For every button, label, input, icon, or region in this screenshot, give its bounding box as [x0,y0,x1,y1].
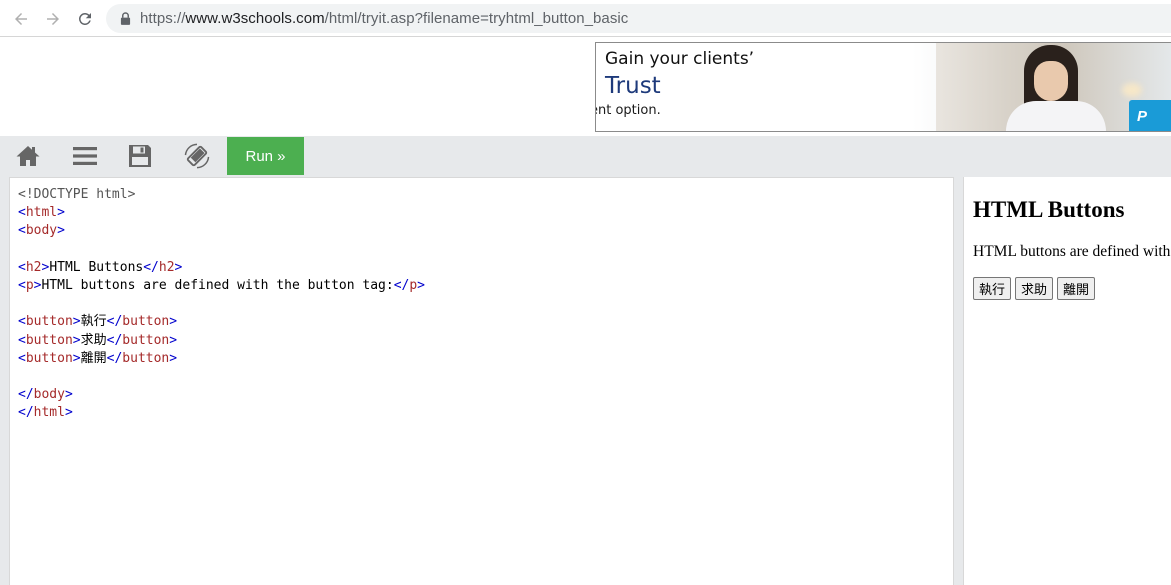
code-text: HTML Buttons [49,259,144,275]
home-icon [16,146,40,166]
code-tag-name: h2 [25,259,42,275]
code-tag-name: button [25,332,73,348]
code-bracket: > [64,405,73,421]
menu-icon [73,147,97,165]
code-tag-name: button [122,314,170,330]
reload-icon [78,12,91,25]
url-text: https://www.w3schools.com/html/tryit.asp… [140,10,628,27]
code-line: <!DOCTYPE html> [18,186,425,204]
code-tag-name: button [122,332,170,348]
code-bracket: < [18,223,26,239]
code-line: <h2>HTML Buttons</h2> [18,259,425,277]
code-bracket: < [18,259,26,275]
ad-photo-face [1034,61,1068,101]
code-line: <p>HTML buttons are defined with the but… [18,277,425,295]
code-bracket: </ [106,314,123,330]
code-bracket: < [18,314,26,330]
code-bracket: </ [106,332,123,348]
save-icon [129,145,151,167]
code-bracket: > [72,332,81,348]
code-tag-name: html [33,405,65,421]
code-tag-name: html [25,205,58,221]
browser-chrome: https://www.w3schools.com/html/tryit.asp… [0,0,1171,37]
advertisement-banner[interactable]: Gain your clients’ Trust ent option. P [595,42,1171,132]
ad-photo-shirt [1006,101,1106,131]
back-button[interactable] [8,6,34,32]
code-bracket: </ [143,259,159,275]
result-button-leave[interactable]: 離開 [1057,277,1096,300]
ad-subtext: ent option. [595,103,661,118]
code-bracket: < [18,277,26,293]
code-text: 求助 [80,332,107,348]
result-buttons: 執行 求助 離開 [973,277,1096,300]
code-line: <html> [18,204,425,222]
result-pane: HTML Buttons HTML buttons are defined wi… [963,177,1171,585]
ad-photo-lamp [1122,83,1142,97]
code-text: 執行 [80,314,107,330]
code-tag-name: body [25,223,58,239]
code-bracket: > [57,223,65,239]
code-line: </body> [18,386,425,404]
result-heading: HTML Buttons [973,197,1125,222]
code-bracket: </ [18,405,34,421]
url-prefix: https:// [140,10,186,27]
code-bracket: > [64,387,73,403]
code-bracket: </ [18,387,34,403]
code-bracket: < [18,205,26,221]
url-path: /html/tryit.asp?filename=tryhtml_button_… [324,10,629,27]
home-button[interactable] [0,136,56,176]
result-button-execute[interactable]: 執行 [973,277,1012,300]
code-block[interactable]: <!DOCTYPE html> <html> <body> <h2>HTML But… [18,186,425,422]
code-line: <button>求助</button> [18,332,425,350]
code-bracket: > [169,350,178,366]
lock-icon [120,12,132,26]
address-bar[interactable]: https://www.w3schools.com/html/tryit.asp… [106,4,1171,33]
result-paragraph: HTML buttons are defined with the button… [973,243,1171,260]
code-bracket: > [72,350,81,366]
ad-highlight: Trust [605,73,661,99]
menu-button[interactable] [57,136,113,176]
rotate-layout-button[interactable] [169,136,225,176]
tryit-toolbar [0,136,1171,176]
code-bracket: > [174,259,183,275]
code-tag-name: h2 [158,259,175,275]
code-tag-name: body [33,387,65,403]
code-line: <body> [18,222,425,240]
run-button[interactable]: Run » [227,137,304,175]
code-bracket: </ [393,277,410,293]
code-bracket: > [169,332,178,348]
code-tag-name: p [409,277,418,293]
ad-headline: Gain your clients’ [605,49,755,69]
code-line: <button>執行</button> [18,313,425,331]
arrow-left-icon [15,13,27,25]
code-bracket: > [169,314,178,330]
paypal-badge: P [1129,100,1171,131]
rotate-icon [184,143,210,169]
code-bracket: > [57,205,65,221]
code-doctype: <!DOCTYPE html> [18,187,136,202]
code-tag-name: button [25,314,73,330]
code-tag-name: button [122,350,170,366]
code-text: 離開 [80,350,107,366]
code-line: <button>離開</button> [18,350,425,368]
result-button-help[interactable]: 求助 [1015,277,1054,300]
code-line: </html> [18,404,425,422]
code-bracket: > [72,314,81,330]
code-tag-name: button [25,350,73,366]
code-tag-name: p [25,277,34,293]
reload-button[interactable] [72,6,98,32]
code-bracket: </ [106,350,123,366]
code-bracket: < [18,350,26,366]
code-bracket: < [18,332,26,348]
code-text: HTML buttons are defined with the button… [41,277,394,293]
arrow-right-icon [47,13,59,25]
code-bracket: > [417,277,425,293]
forward-button[interactable] [40,6,66,32]
save-button[interactable] [112,136,168,176]
url-host: www.w3schools.com [185,10,325,27]
code-editor[interactable]: <!DOCTYPE html> <html> <body> <h2>HTML But… [9,177,954,585]
